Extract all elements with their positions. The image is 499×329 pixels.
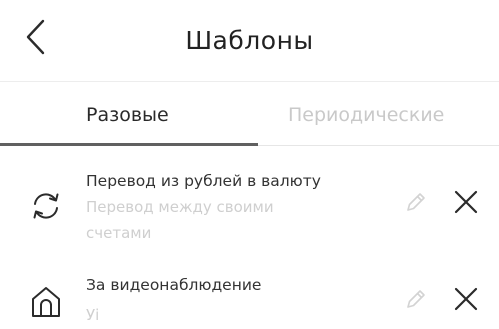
edit-button[interactable] [402, 285, 430, 313]
tab-periodic[interactable]: Периодические [288, 104, 444, 126]
template-subtitle: Уі [86, 306, 100, 324]
templates-screen: Шаблоны Разовые Периодические Перевод из… [0, 0, 499, 329]
template-title: За видеонаблюдение [86, 276, 262, 294]
pencil-icon [407, 290, 425, 308]
close-icon [454, 190, 478, 214]
delete-button[interactable] [450, 283, 482, 315]
edit-button[interactable] [402, 188, 430, 216]
header: Шаблоны [0, 0, 499, 82]
house-icon [26, 282, 66, 322]
tab-bar: Разовые Периодические [0, 82, 499, 148]
template-subtitle: Перевод между своими счетами [86, 198, 274, 242]
delete-button[interactable] [450, 186, 482, 218]
close-icon [454, 287, 478, 311]
page-title: Шаблоны [185, 26, 314, 55]
template-title: Перевод из рублей в валюту [86, 172, 321, 190]
pencil-icon [407, 193, 425, 211]
exchange-arrows-icon [26, 186, 66, 226]
template-item[interactable]: Перевод из рублей в валюту Перевод между… [0, 158, 499, 258]
template-item[interactable]: За видеонаблюдение Уі [0, 262, 499, 329]
active-tab-indicator [0, 143, 258, 146]
tab-once[interactable]: Разовые [86, 104, 169, 126]
